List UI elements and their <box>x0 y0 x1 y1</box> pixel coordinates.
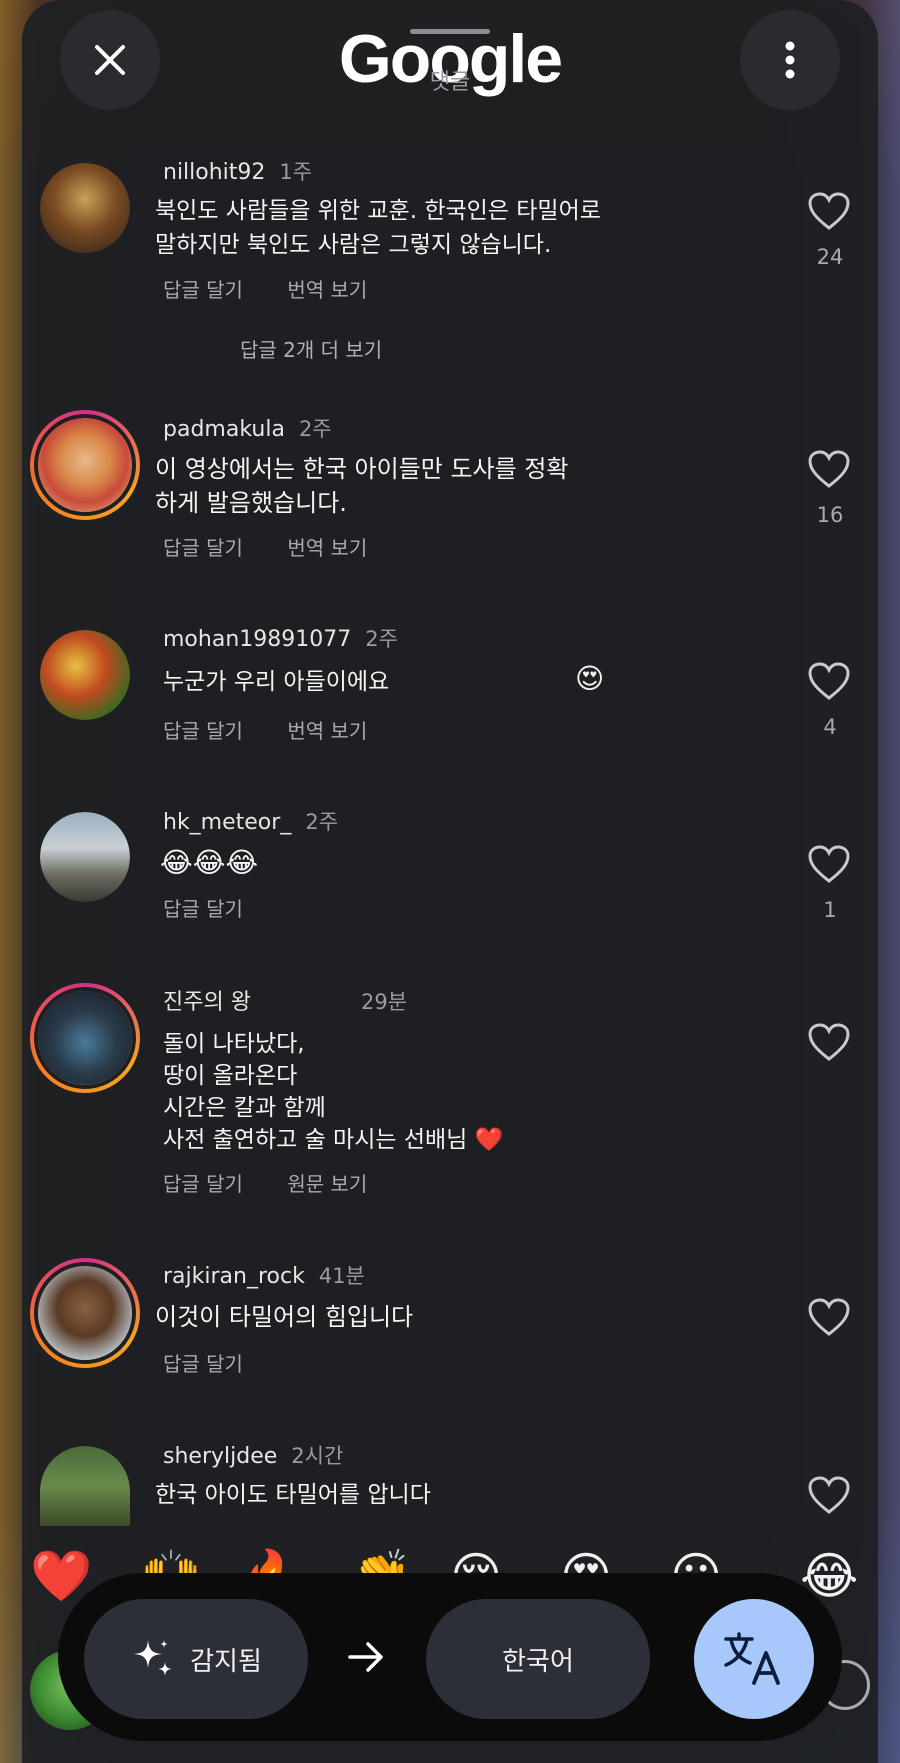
reply-button[interactable]: 답글 달기 <box>163 1172 243 1196</box>
target-language-button[interactable]: 한국어 <box>426 1599 650 1719</box>
arrow-right-icon <box>348 1642 383 1672</box>
like-count: 4 <box>823 715 837 739</box>
comment-actions: 답글 달기 원문 보기 <box>163 1168 405 1197</box>
comment-time: 2시간 <box>291 1444 344 1468</box>
comment-time: 41분 <box>318 1264 365 1288</box>
close-button[interactable] <box>60 10 160 110</box>
comment-text: 누군가 우리 아들이에요 <box>163 669 390 695</box>
avatar[interactable] <box>30 1258 140 1368</box>
more-vertical-icon <box>785 41 795 79</box>
source-language-label: 감지됨 <box>190 1646 262 1677</box>
avatar[interactable] <box>30 983 140 1093</box>
swap-direction-arrow <box>316 1639 416 1679</box>
see-translation-button[interactable]: 번역 보기 <box>287 278 367 302</box>
comment-time: 29분 <box>360 990 408 1014</box>
comment-username[interactable]: mohan19891077 2주 <box>163 623 398 653</box>
close-icon <box>95 45 125 75</box>
comment-actions: 답글 달기 <box>163 893 281 922</box>
comment-username[interactable]: padmakula 2주 <box>163 413 332 443</box>
view-more-replies-button[interactable]: 답글 2개 더 보기 <box>240 334 382 363</box>
reply-button[interactable]: 답글 달기 <box>163 278 243 302</box>
like-count: 1 <box>823 898 837 922</box>
comment-time: 2주 <box>298 417 332 441</box>
comment-actions: 답글 달기 번역 보기 <box>163 532 405 561</box>
comment-actions: 답글 달기 번역 보기 <box>163 274 405 303</box>
comment-time: 1주 <box>279 160 313 184</box>
translate-bar: 감지됨 한국어 <box>58 1573 842 1741</box>
comment-actions: 답글 달기 번역 보기 <box>163 715 405 744</box>
heart-icon[interactable] <box>808 1476 850 1516</box>
comment-username[interactable]: hk_meteor_ 2주 <box>163 806 338 836</box>
like-count: 16 <box>816 503 844 527</box>
see-translation-button[interactable]: 번역 보기 <box>287 719 367 743</box>
translate-button[interactable] <box>694 1599 814 1719</box>
reply-button[interactable]: 답글 달기 <box>163 536 243 560</box>
avatar[interactable] <box>40 812 130 902</box>
heart-icon[interactable] <box>808 450 850 490</box>
comment-username[interactable]: 진주의 왕 29분 <box>163 984 407 1016</box>
comment-text: 이 영상에서는 한국 아이들만 도사를 정확 하게 발음했습니다. <box>155 455 569 517</box>
avatar[interactable] <box>40 630 130 720</box>
heart-icon[interactable] <box>808 662 850 702</box>
comment-username[interactable]: sheryljdee 2시간 <box>163 1440 343 1470</box>
avatar[interactable] <box>40 163 130 253</box>
heart-eyes-emoji: 😍 <box>575 662 605 695</box>
translate-icon <box>724 1632 780 1685</box>
sheet-title: 댓글 <box>429 70 471 95</box>
target-language-label: 한국어 <box>502 1646 574 1677</box>
comment-text: 한국 아이도 타밀어를 압니다 <box>155 1482 431 1508</box>
more-options-button[interactable] <box>740 10 840 110</box>
see-translation-button[interactable]: 번역 보기 <box>287 536 367 560</box>
sparkle-icon <box>134 1640 173 1676</box>
heart-icon[interactable] <box>808 845 850 885</box>
comment-text: 이것이 타밀어의 힘입니다 <box>155 1303 414 1331</box>
source-language-button[interactable]: 감지됨 <box>84 1599 308 1719</box>
heart-icon[interactable] <box>808 1023 850 1063</box>
reply-button[interactable]: 답글 달기 <box>163 719 243 743</box>
comment-time: 2주 <box>305 810 339 834</box>
comment-username[interactable]: nillohit92 1주 <box>163 156 312 186</box>
reply-button[interactable]: 답글 달기 <box>163 1352 243 1376</box>
reply-button[interactable]: 답글 달기 <box>163 897 243 921</box>
comment-username[interactable]: rajkiran_rock 41분 <box>163 1260 365 1290</box>
like-count: 24 <box>816 245 844 269</box>
heart-icon[interactable] <box>808 1298 850 1338</box>
heart-icon[interactable] <box>808 192 850 232</box>
comment-actions: 답글 달기 <box>163 1348 281 1377</box>
comment-text: 돌이 나타났다, 땅이 올라온다 시간은 칼과 함께 사전 출연하고 술 마시는… <box>163 1031 504 1153</box>
see-original-button[interactable]: 원문 보기 <box>287 1172 367 1196</box>
comment-text: 😂😂😂 <box>160 846 259 879</box>
avatar[interactable] <box>40 1446 130 1526</box>
comment-time: 2주 <box>365 627 398 651</box>
avatar[interactable] <box>30 410 140 520</box>
comment-text: 북인도 사람들을 위한 교훈. 한국인은 타밀어로 말하지만 북인도 사람은 그… <box>155 198 601 258</box>
